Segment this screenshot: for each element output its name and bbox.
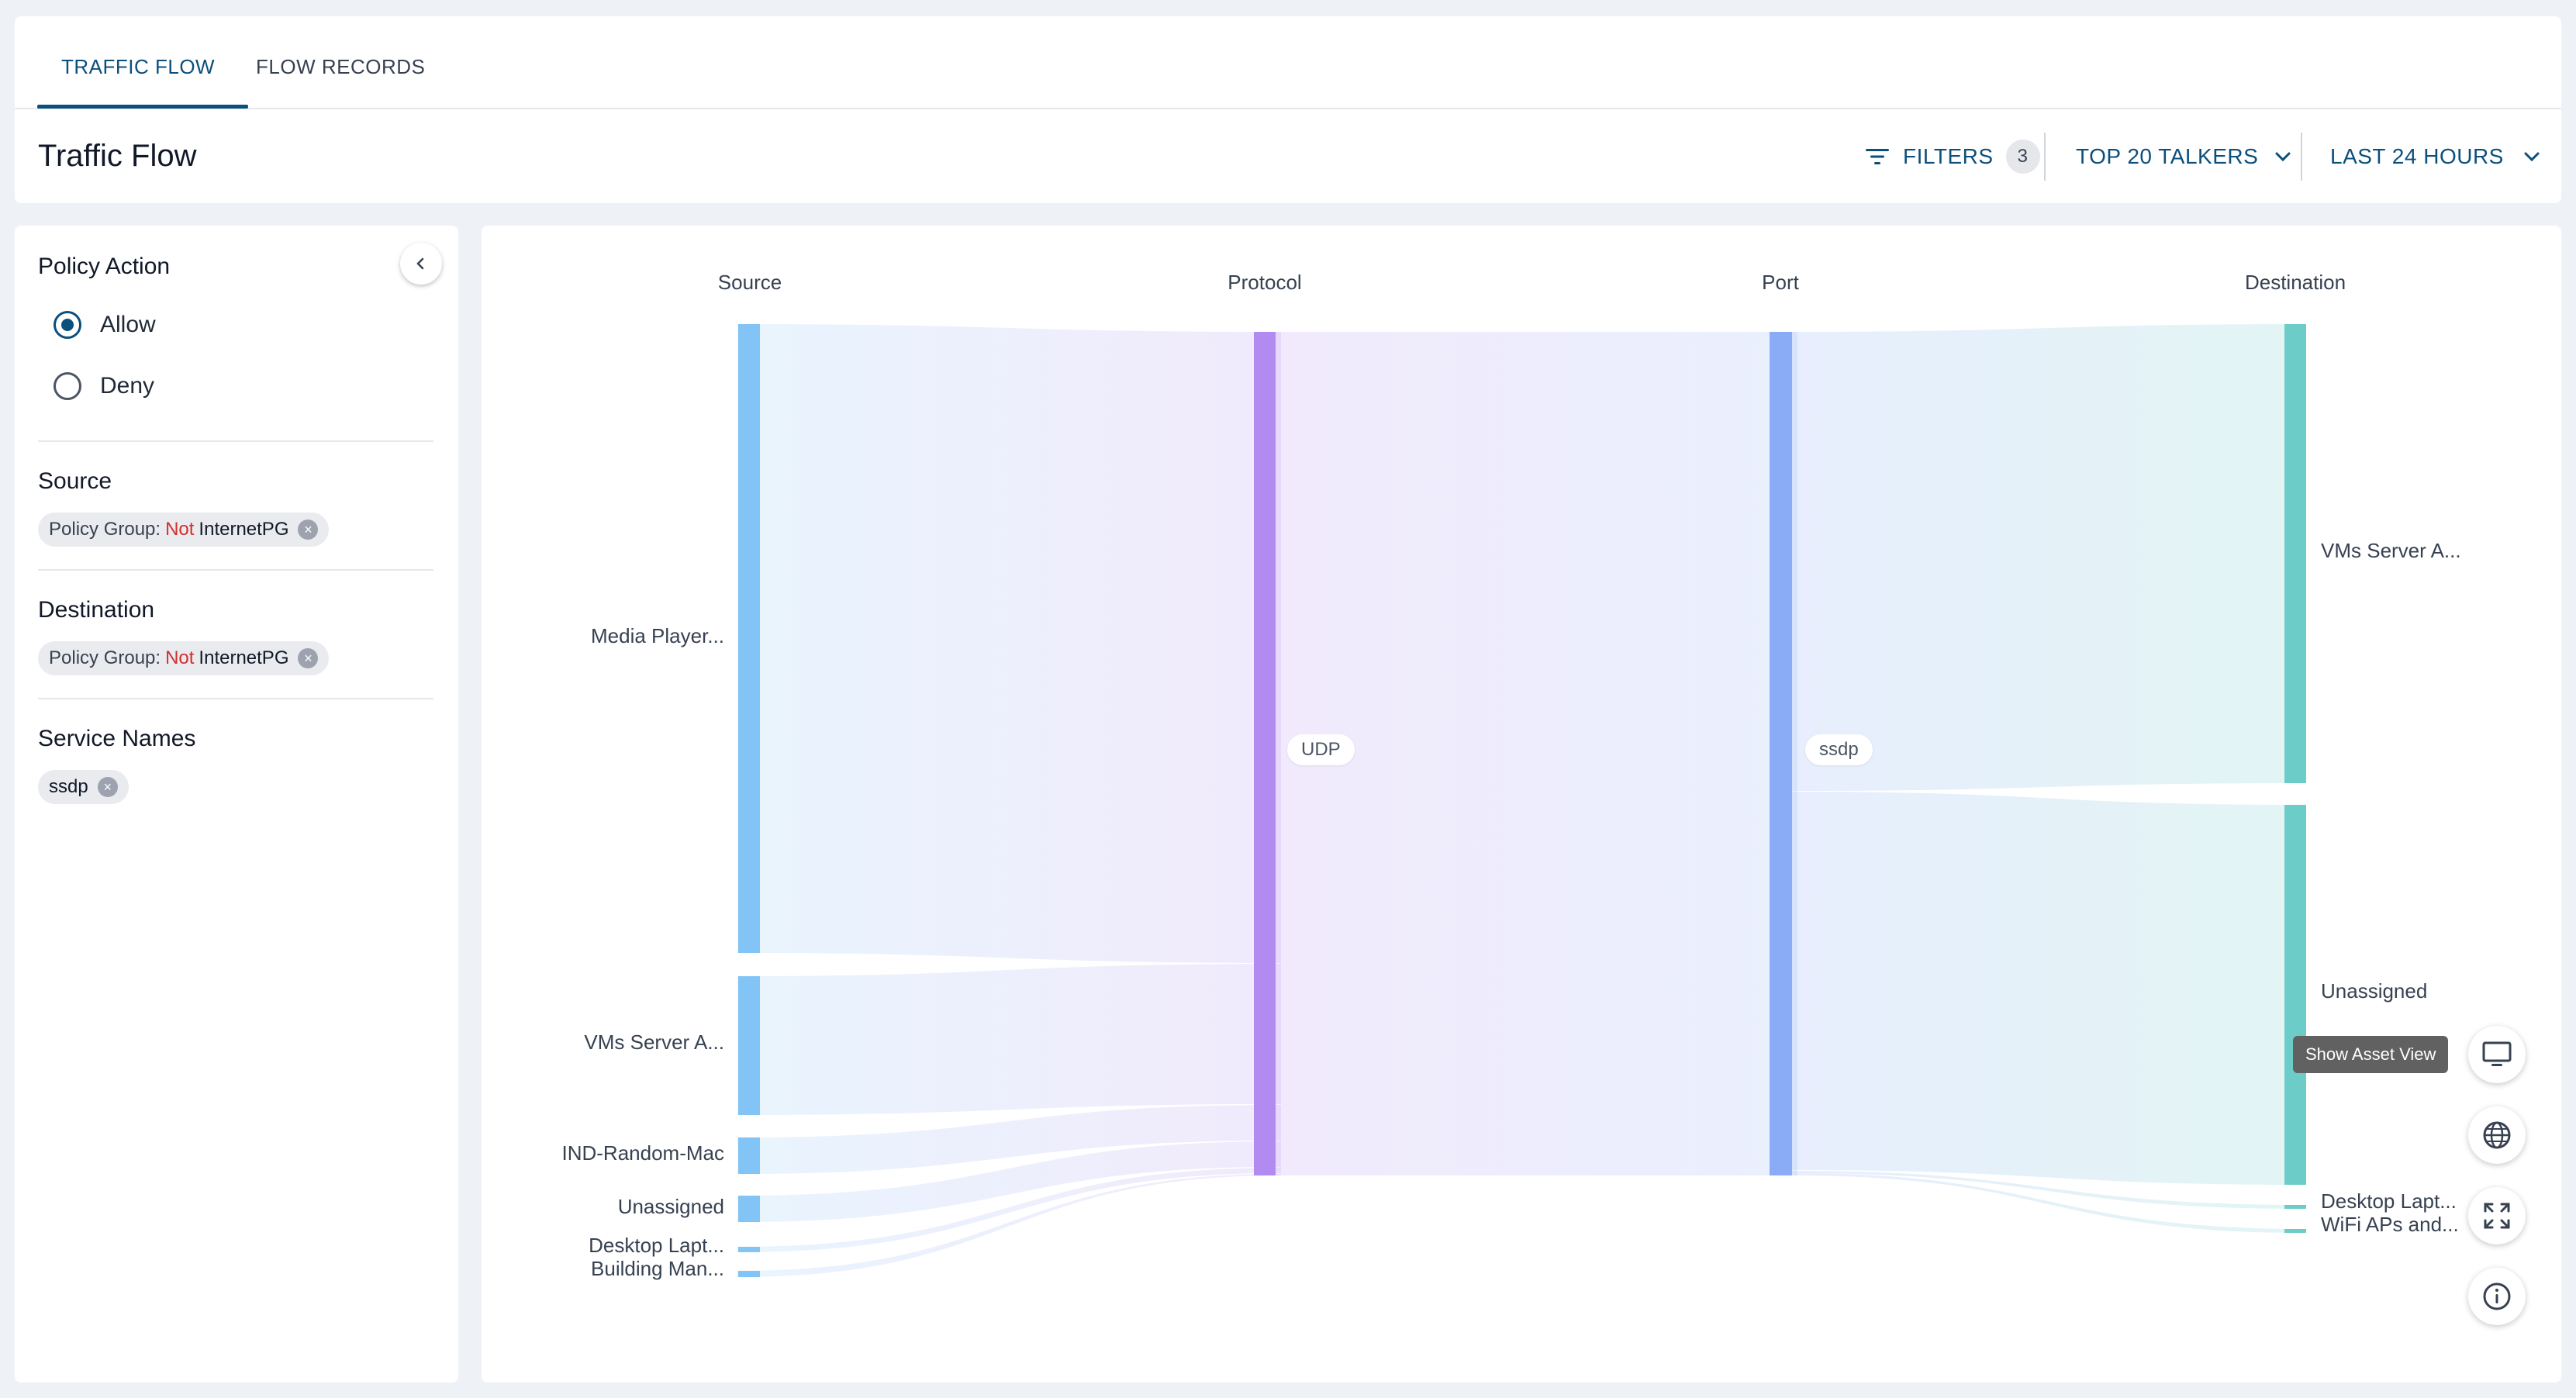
radio-deny[interactable]: Deny — [54, 372, 154, 400]
dest-label-desktop: Desktop Lapt... — [2321, 1189, 2457, 1213]
time-range-label: LAST 24 HOURS — [2330, 144, 2504, 168]
section-divider — [38, 698, 433, 699]
monitor-icon — [2482, 1041, 2512, 1066]
dest-label-unassigned: Unassigned — [2321, 979, 2428, 1003]
port-label-ssdp: ssdp — [1805, 734, 1873, 765]
tab-bar: TRAFFIC FLOW FLOW RECORDS — [15, 16, 2561, 109]
active-tab-indicator — [37, 105, 248, 109]
radio-deny-label: Deny — [100, 373, 155, 399]
remove-chip-icon[interactable]: × — [298, 648, 319, 668]
node-dest-wifi — [2284, 1229, 2306, 1233]
destination-filter-chip: Policy Group: Not InternetPG × — [38, 641, 330, 675]
link-ssdp-unassigned — [1792, 792, 2305, 1185]
chip-key: Policy Group: — [49, 519, 161, 540]
node-port-ssdp — [1770, 332, 1792, 1175]
section-divider — [38, 440, 433, 442]
radio-allow[interactable]: Allow — [54, 311, 156, 339]
node-protocol-udp — [1254, 332, 1276, 1175]
toolbar-divider — [2301, 133, 2302, 181]
network-view-button[interactable] — [2468, 1106, 2526, 1164]
link-media-player-udp — [737, 324, 1281, 963]
chevron-down-icon — [2524, 152, 2540, 162]
sankey-card: Source Protocol Port Destination Media P… — [482, 226, 2561, 1382]
tab-traffic-flow[interactable]: TRAFFIC FLOW — [61, 55, 215, 109]
chip-operator: Not — [165, 647, 195, 668]
policy-action-title: Policy Action — [38, 254, 171, 279]
tab-flow-records[interactable]: FLOW RECORDS — [256, 55, 425, 109]
node-source-ind-random-mac — [738, 1137, 760, 1174]
fullscreen-button[interactable] — [2468, 1187, 2526, 1244]
chevron-down-icon — [2275, 152, 2291, 162]
collapse-panel-button[interactable] — [400, 243, 442, 285]
section-divider — [38, 569, 433, 571]
remove-chip-icon[interactable]: × — [97, 777, 118, 797]
source-title: Source — [38, 468, 112, 494]
source-label-media-player: Media Player... — [591, 624, 724, 647]
node-dest-unassigned — [2284, 805, 2306, 1185]
asset-view-button[interactable] — [2468, 1026, 2526, 1083]
node-source-building — [738, 1271, 760, 1277]
dest-label-wifi: WiFi APs and... — [2321, 1213, 2459, 1236]
header-card: TRAFFIC FLOW FLOW RECORDS Traffic Flow F… — [15, 16, 2561, 203]
page-title: Traffic Flow — [38, 139, 197, 173]
node-dest-desktop — [2284, 1205, 2306, 1209]
service-names-title: Service Names — [38, 726, 196, 751]
source-label-unassigned: Unassigned — [617, 1195, 724, 1218]
node-dest-vms-server — [2284, 324, 2306, 783]
filters-count-badge: 3 — [2005, 140, 2040, 174]
source-filter-chip: Policy Group: Not InternetPG × — [38, 513, 330, 547]
top-talkers-dropdown[interactable]: TOP 20 TALKERS — [2076, 139, 2292, 174]
node-source-desktop — [738, 1247, 760, 1252]
toolbar-divider — [2044, 133, 2046, 181]
remove-chip-icon[interactable]: × — [298, 520, 319, 540]
info-button[interactable] — [2468, 1268, 2526, 1325]
top-talkers-label: TOP 20 TALKERS — [2076, 144, 2259, 168]
link-ssdp-vms-server — [1792, 324, 2305, 791]
sankey-diagram — [737, 324, 2306, 1277]
radio-allow-label: Allow — [100, 312, 156, 337]
chevron-left-icon — [416, 257, 424, 270]
link-vms-server-udp — [737, 964, 1281, 1115]
filters-button[interactable]: FILTERS 3 — [1864, 139, 2040, 174]
source-label-vms-server: VMs Server A... — [584, 1030, 724, 1054]
radio-unchecked-icon — [54, 372, 81, 400]
filters-label: FILTERS — [1903, 144, 1994, 168]
chip-value: InternetPG — [199, 519, 289, 540]
protocol-label-udp: UDP — [1287, 734, 1355, 765]
info-icon — [2483, 1282, 2511, 1310]
asset-view-tooltip: Show Asset View — [2293, 1036, 2449, 1073]
node-source-media-player — [738, 324, 760, 953]
radio-checked-icon — [54, 311, 81, 339]
chip-value: ssdp — [49, 776, 88, 797]
filter-icon — [1866, 149, 1889, 164]
source-label-building: Building Man... — [591, 1257, 724, 1280]
expand-icon — [2484, 1203, 2510, 1229]
chip-key: Policy Group: — [49, 647, 161, 668]
chip-value: InternetPG — [199, 647, 289, 668]
service-filter-chip: ssdp × — [38, 770, 129, 804]
node-source-unassigned — [738, 1196, 760, 1222]
dest-label-vms-server: VMs Server A... — [2321, 539, 2461, 562]
filter-panel: Policy Action Allow Deny Source Policy G… — [15, 226, 458, 1382]
destination-title: Destination — [38, 597, 155, 623]
node-source-vms-server — [738, 976, 760, 1115]
time-range-dropdown[interactable]: LAST 24 HOURS — [2330, 139, 2541, 174]
globe-icon — [2483, 1121, 2511, 1149]
source-label-desktop: Desktop Lapt... — [589, 1234, 724, 1257]
source-label-ind-random-mac: IND-Random-Mac — [561, 1141, 725, 1165]
chip-operator: Not — [165, 519, 195, 540]
